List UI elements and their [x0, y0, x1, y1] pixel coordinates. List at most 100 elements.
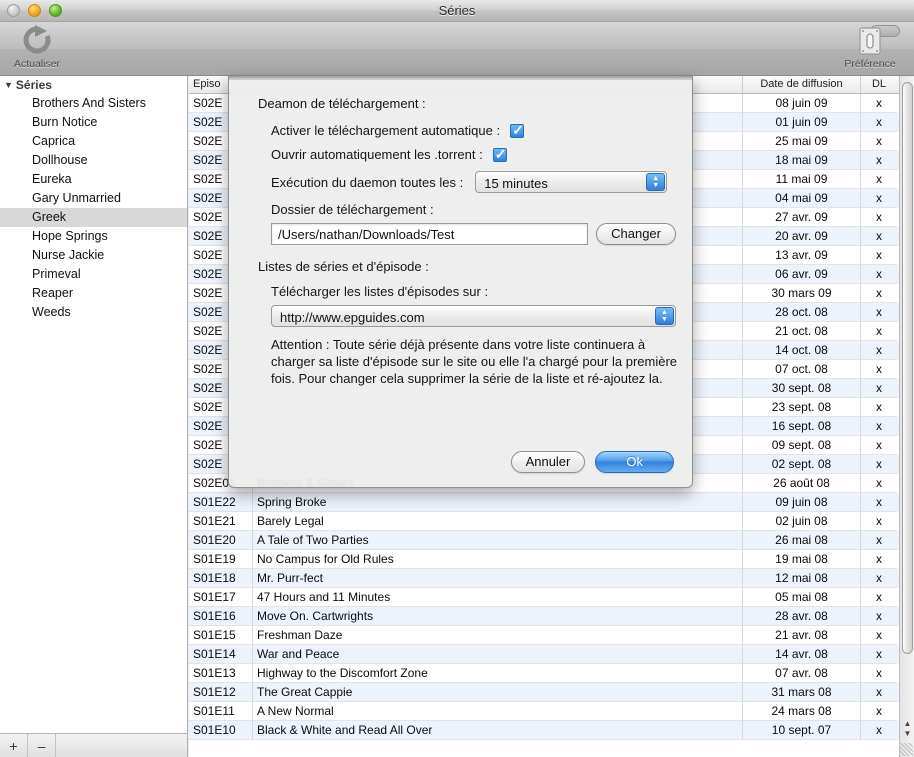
interval-row: Exécution du daemon toutes les : 15 minu…	[271, 171, 676, 193]
cell-date: 12 mai 08	[743, 569, 861, 588]
cell-episode: S01E20	[189, 531, 253, 550]
table-row[interactable]: S01E20 A Tale of Two Parties 26 mai 08 x	[189, 531, 899, 550]
sidebar-item[interactable]: Greek	[0, 208, 187, 227]
cell-dl: x	[861, 322, 897, 341]
scroll-down-icon[interactable]: ▼	[901, 729, 914, 739]
cell-episode: S01E14	[189, 645, 253, 664]
preferences-button[interactable]: Préférence	[834, 24, 906, 70]
application-window: Séries Actualiser Préférence ▼ Séries Br…	[0, 0, 914, 757]
cell-date: 28 oct. 08	[743, 303, 861, 322]
folder-row: /Users/nathan/Downloads/Test Changer	[271, 223, 676, 245]
refresh-button[interactable]: Actualiser	[8, 24, 66, 70]
cell-dl: x	[861, 664, 897, 683]
interval-label: Exécution du daemon toutes les :	[271, 174, 464, 190]
resize-grip-icon[interactable]	[900, 743, 913, 756]
change-folder-button[interactable]: Changer	[596, 223, 676, 245]
table-row[interactable]: S01E11 A New Normal 24 mars 08 x	[189, 702, 899, 721]
cell-date: 28 avr. 08	[743, 607, 861, 626]
table-row[interactable]: S01E17 47 Hours and 11 Minutes 05 mai 08 x	[189, 588, 899, 607]
cell-episode: S01E11	[189, 702, 253, 721]
interval-stepper-icon[interactable]: ▲ ▼	[646, 173, 666, 191]
cell-episode: S01E10	[189, 721, 253, 740]
cell-dl: x	[861, 265, 897, 284]
cell-title: Spring Broke	[253, 493, 743, 512]
auto-open-torrent-row: Ouvrir automatiquement les .torrent :	[271, 146, 676, 163]
cell-date: 11 mai 09	[743, 170, 861, 189]
table-row[interactable]: S01E12 The Great Cappie 31 mars 08 x	[189, 683, 899, 702]
sidebar-item[interactable]: Eureka	[0, 170, 187, 189]
sidebar-item[interactable]: Hope Springs	[0, 227, 187, 246]
source-select[interactable]: http://www.epguides.com ▲ ▼	[271, 305, 676, 327]
cell-title: Freshman Daze	[253, 626, 743, 645]
sidebar-item[interactable]: Nurse Jackie	[0, 246, 187, 265]
cancel-button[interactable]: Annuler	[510, 451, 586, 473]
cell-episode: S01E21	[189, 512, 253, 531]
cell-date: 07 oct. 08	[743, 360, 861, 379]
auto-download-row: Activer le téléchargement automatique :	[271, 122, 676, 139]
preferences-dialog: Deamon de téléchargement : Activer le té…	[228, 76, 693, 488]
window-title: Séries	[438, 3, 476, 18]
sidebar-item[interactable]: Caprica	[0, 132, 187, 151]
sidebar-item[interactable]: Reaper	[0, 284, 187, 303]
sidebar-item[interactable]: Brothers And Sisters	[0, 94, 187, 113]
cell-date: 18 mai 09	[743, 151, 861, 170]
cell-dl: x	[861, 227, 897, 246]
folder-path-input[interactable]: /Users/nathan/Downloads/Test	[271, 223, 589, 245]
daemon-section-title: Deamon de téléchargement :	[258, 96, 426, 111]
cell-date: 09 juin 08	[743, 493, 861, 512]
scrollbar-thumb[interactable]	[902, 82, 913, 654]
folder-label: Dossier de téléchargement :	[271, 202, 434, 217]
cell-episode: S01E18	[189, 569, 253, 588]
sidebar-item[interactable]: Primeval	[0, 265, 187, 284]
preferences-button-label: Préférence	[844, 58, 896, 70]
add-series-button[interactable]: +	[0, 734, 28, 757]
cell-title: A Tale of Two Parties	[253, 531, 743, 550]
table-row[interactable]: S01E10 Black & White and Read All Over 10 …	[189, 721, 899, 740]
cell-date: 30 mars 09	[743, 284, 861, 303]
lists-section-title: Listes de séries et d'épisode :	[258, 259, 429, 274]
cell-date: 10 sept. 07	[743, 721, 861, 740]
table-row[interactable]: S01E18 Mr. Purr-fect 12 mai 08 x	[189, 569, 899, 588]
table-row[interactable]: S01E16 Move On. Cartwrights 28 avr. 08 x	[189, 607, 899, 626]
scroll-up-icon[interactable]: ▲	[901, 719, 914, 729]
cell-date: 19 mai 08	[743, 550, 861, 569]
cell-dl: x	[861, 341, 897, 360]
cell-title: War and Peace	[253, 645, 743, 664]
sidebar-item[interactable]: Dollhouse	[0, 151, 187, 170]
cell-date: 13 avr. 09	[743, 246, 861, 265]
auto-download-checkbox[interactable]	[510, 122, 525, 139]
source-stepper-icon[interactable]: ▲ ▼	[655, 307, 674, 325]
table-row[interactable]: S01E13 Highway to the Discomfort Zone 07 a…	[189, 664, 899, 683]
scrollbar-arrows[interactable]: ▲ ▼	[901, 719, 914, 739]
cell-dl: x	[861, 360, 897, 379]
remove-series-button[interactable]: –	[28, 734, 56, 757]
sidebar-item[interactable]: Weeds	[0, 303, 187, 322]
chevron-down-icon[interactable]: ▼	[4, 80, 13, 90]
cell-dl: x	[861, 246, 897, 265]
table-row[interactable]: S01E21 Barely Legal 02 juin 08 x	[189, 512, 899, 531]
sidebar-group-label: Séries	[15, 78, 52, 92]
cell-title: The Great Cappie	[253, 683, 743, 702]
column-header-dl[interactable]: DL	[861, 76, 897, 93]
interval-select[interactable]: 15 minutes ▲ ▼	[475, 171, 668, 193]
sidebar-group-series[interactable]: ▼ Séries	[0, 76, 187, 94]
auto-open-torrent-checkbox[interactable]	[492, 146, 507, 163]
sidebar-item[interactable]: Burn Notice	[0, 113, 187, 132]
ok-button[interactable]: Ok	[595, 451, 674, 473]
cell-dl: x	[861, 455, 897, 474]
sidebar-item[interactable]: Gary Unmarried	[0, 189, 187, 208]
table-row[interactable]: S01E14 War and Peace 14 avr. 08 x	[189, 645, 899, 664]
cell-title: Highway to the Discomfort Zone	[253, 664, 743, 683]
column-header-date[interactable]: Date de diffusion	[743, 76, 861, 93]
table-row[interactable]: S01E22 Spring Broke 09 juin 08 x	[189, 493, 899, 512]
cell-dl: x	[861, 132, 897, 151]
cell-date: 24 mars 08	[743, 702, 861, 721]
light-switch-icon	[834, 24, 906, 58]
cell-dl: x	[861, 113, 897, 132]
cell-dl: x	[861, 170, 897, 189]
cell-date: 21 oct. 08	[743, 322, 861, 341]
table-row[interactable]: S01E15 Freshman Daze 21 avr. 08 x	[189, 626, 899, 645]
table-row[interactable]: S01E19 No Campus for Old Rules 19 mai 08 x	[189, 550, 899, 569]
cell-dl: x	[861, 474, 897, 493]
vertical-scrollbar[interactable]: ▲ ▼	[899, 76, 914, 757]
